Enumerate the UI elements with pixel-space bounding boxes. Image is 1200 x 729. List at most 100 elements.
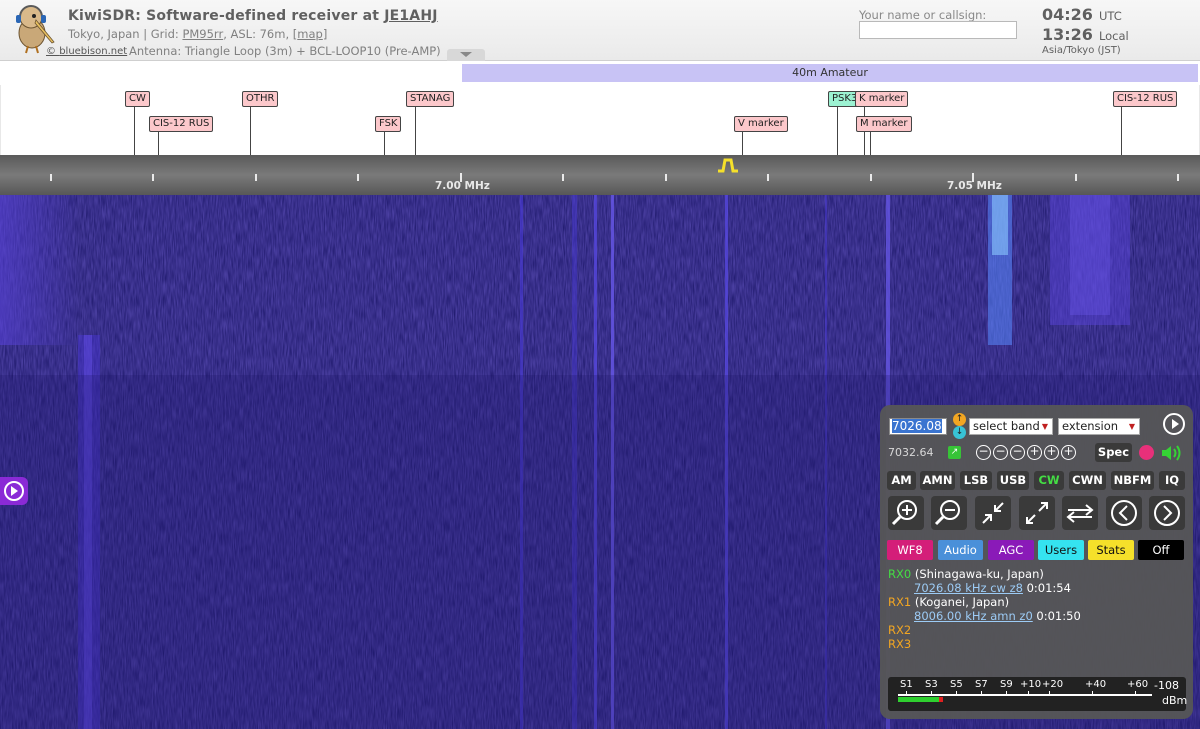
agc-button[interactable]: AGC — [988, 540, 1034, 560]
scale-tick — [1075, 174, 1077, 181]
user-freq-link[interactable]: 7026.08 kHz cw z8 — [914, 581, 1023, 595]
zoom-out-magnifier-button[interactable] — [931, 496, 967, 530]
wf8-button[interactable]: WF8 — [887, 540, 933, 560]
s-meter-label: S9 — [1000, 679, 1013, 690]
band-select[interactable]: select band ▼ — [969, 418, 1053, 435]
users-button[interactable]: Users — [1038, 540, 1084, 560]
dx-label-stanag[interactable]: STANAG — [406, 91, 455, 107]
s-meter-tick — [1006, 691, 1007, 696]
collapse-header-button[interactable] — [447, 49, 485, 61]
mode-amn-button[interactable]: AMN — [920, 471, 955, 490]
speaker-icon[interactable] — [1160, 443, 1184, 463]
zoom-in-icon[interactable]: + — [1044, 445, 1059, 460]
mode-nbfm-button[interactable]: NBFM — [1111, 471, 1154, 490]
zoom-out-full-icon[interactable]: − — [976, 445, 991, 460]
span-button[interactable] — [1062, 496, 1098, 530]
alt-frequency[interactable]: 7032.64 — [888, 446, 934, 459]
dx-label-cis12[interactable]: CIS-12 RUS — [149, 116, 214, 132]
record-icon[interactable] — [1139, 445, 1154, 460]
mode-lsb-button[interactable]: LSB — [960, 471, 992, 490]
copyright-symbol: © — [46, 46, 60, 57]
scale-tick — [357, 174, 359, 181]
callsign-link[interactable]: JE1AHJ — [384, 8, 437, 24]
dx-marker-line — [158, 132, 159, 155]
expand-button[interactable] — [1019, 496, 1055, 530]
next-button[interactable] — [1149, 496, 1185, 530]
chevron-left-icon — [1111, 500, 1137, 526]
zoom-in-full-icon[interactable]: + — [1061, 445, 1076, 460]
stats-button[interactable]: Stats — [1088, 540, 1134, 560]
band-select-value: select band — [973, 419, 1040, 433]
s-meter: S1 S3 S5 S7 S9 +10 +20 +40 +60 -108 dBm — [888, 677, 1187, 711]
frequency-scale[interactable]: 7.00 MHz 7.05 MHz — [0, 155, 1200, 195]
scale-tick — [50, 174, 52, 181]
band-segment-40m[interactable]: 40m Amateur — [462, 64, 1198, 82]
user-freq-link[interactable]: 8006.00 kHz amn z0 — [914, 609, 1033, 623]
passband-marker[interactable] — [717, 157, 739, 173]
zoom-in-small-icon[interactable]: + — [1027, 445, 1042, 460]
left-menu-toggle-button[interactable] — [0, 477, 28, 505]
off-button[interactable]: Off — [1138, 540, 1184, 560]
utc-time: 04:26 — [1042, 5, 1093, 24]
waterfall-link-icon[interactable]: ↗ — [948, 446, 961, 459]
compress-button[interactable] — [975, 496, 1011, 530]
dx-marker-line — [870, 132, 871, 155]
extension-select[interactable]: extension ▼ — [1058, 418, 1140, 435]
dx-label-k-marker[interactable]: K marker — [855, 91, 909, 107]
dx-marker-line — [837, 107, 838, 155]
logo-credit-link[interactable]: © bluebison.net — [46, 46, 127, 57]
scale-tick — [255, 174, 257, 181]
zoom-out-icon[interactable]: − — [993, 445, 1008, 460]
s-meter-tick — [1049, 691, 1050, 696]
mode-cwn-button[interactable]: CWN — [1069, 471, 1106, 490]
zoom-out-magnifier-icon — [934, 500, 960, 526]
dx-label-m-marker[interactable]: M marker — [856, 116, 912, 132]
frequency-value: 7026.08 — [892, 419, 942, 433]
user-rx0-link: 7026.08 kHz cw z8 0:01:54 — [914, 581, 1071, 595]
user-time: 0:01:54 — [1026, 581, 1071, 595]
dx-label-cw[interactable]: CW — [125, 91, 150, 107]
play-icon[interactable] — [1163, 413, 1185, 435]
chevron-right-icon — [1154, 500, 1180, 526]
dx-label-cis12-2[interactable]: CIS-12 RUS — [1113, 91, 1178, 107]
user-time: 0:01:50 — [1036, 609, 1081, 623]
zoom-out-small-icon[interactable]: − — [1010, 445, 1025, 460]
previous-button[interactable] — [1106, 496, 1142, 530]
zoom-in-magnifier-button[interactable] — [888, 496, 924, 530]
scale-tick — [665, 174, 667, 181]
user-name: (Koganei, Japan) — [914, 595, 1010, 609]
scale-tick — [870, 174, 872, 181]
dx-marker-line — [384, 132, 385, 155]
step-down-button[interactable]: ↓ — [953, 426, 966, 439]
s-meter-tick — [1135, 691, 1136, 696]
rx-label: RX1 — [888, 595, 912, 609]
audio-button[interactable]: Audio — [938, 540, 983, 560]
mode-cw-button[interactable]: CW — [1034, 471, 1064, 490]
extension-select-value: extension — [1062, 419, 1119, 433]
user-rx1-link: 8006.00 kHz amn z0 0:01:50 — [914, 609, 1081, 623]
dx-label-othr[interactable]: OTHR — [242, 91, 279, 107]
horizontal-arrows-icon — [1066, 504, 1094, 523]
map-link[interactable]: map — [297, 27, 323, 41]
title-text: KiwiSDR: Software-defined receiver at — [68, 8, 385, 24]
callsign-input[interactable] — [859, 21, 1017, 39]
dx-label-v-marker[interactable]: V marker — [734, 116, 788, 132]
frequency-input[interactable]: 7026.08 — [889, 418, 947, 435]
s-meter-level-bar — [898, 697, 939, 702]
user-rx3: RX3 — [888, 637, 912, 651]
user-rx0: RX0 (Shinagawa-ku, Japan) — [888, 567, 1044, 581]
logo-credit-text[interactable]: bluebison.net — [59, 46, 127, 57]
mode-usb-button[interactable]: USB — [997, 471, 1029, 490]
step-up-button[interactable]: ↑ — [953, 413, 966, 426]
spectrum-button[interactable]: Spec — [1095, 443, 1132, 462]
dx-label-fsk[interactable]: FSK — [375, 116, 402, 132]
s-meter-label: +10 — [1020, 679, 1042, 690]
grid-link[interactable]: PM95rr — [182, 27, 223, 41]
mode-am-button[interactable]: AM — [887, 471, 916, 490]
local-time: 13:26 — [1042, 25, 1093, 44]
rx-label: RX0 — [888, 567, 912, 581]
s-meter-label: S1 — [900, 679, 913, 690]
mode-iq-button[interactable]: IQ — [1159, 471, 1185, 490]
compress-arrows-icon — [982, 502, 1004, 524]
location-text: Tokyo, Japan | Grid: — [68, 27, 183, 41]
